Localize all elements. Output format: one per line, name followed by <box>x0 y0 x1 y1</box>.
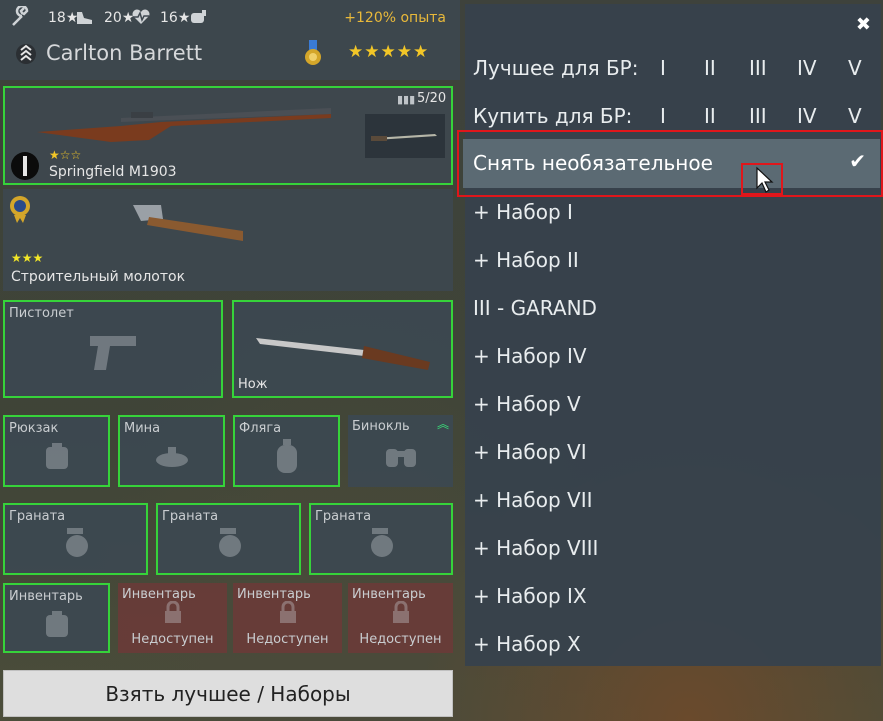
take-best-kits-button[interactable]: Взять лучшее / Наборы <box>3 670 453 717</box>
mine-slot[interactable]: Мина <box>118 415 225 487</box>
inventory-slot-2-locked: Инвентарь Недоступен <box>118 583 227 653</box>
unavailable-text: Недоступен <box>359 632 442 647</box>
kit-10[interactable]: + Набор X <box>473 632 581 656</box>
grenade-label: Граната <box>9 509 66 524</box>
unavailable-text: Недоступен <box>131 632 214 647</box>
pistol-label: Пистолет <box>9 306 74 321</box>
mine-icon <box>154 444 190 472</box>
buy-tier-5[interactable]: V <box>848 104 862 128</box>
soldier-header: 18★ 20★ 16★ +120% опыта Carlton Barrett … <box>0 0 460 80</box>
kit-2[interactable]: + Набор II <box>473 248 579 272</box>
grenade-slot-3[interactable]: Граната <box>309 503 453 575</box>
kit-8[interactable]: + Набор VIII <box>473 536 598 560</box>
mine-label: Мина <box>124 421 161 436</box>
soldier-rating-stars: ★★★★★ <box>348 42 430 62</box>
ammo-count: 5/20 <box>417 91 447 106</box>
binoculars-icon <box>384 443 418 473</box>
grenade-icon <box>214 526 244 562</box>
inventory-label: Инвентарь <box>237 587 311 602</box>
binoculars-label: Бинокль <box>352 419 410 434</box>
flask-icon <box>274 438 300 477</box>
soldier-name: Carlton Barrett <box>46 41 203 65</box>
hammer-image <box>113 199 253 259</box>
upgrade-chevron-icon: ︽ <box>436 417 449 431</box>
fist-icon <box>188 8 208 30</box>
inventory-label: Инвентарь <box>122 587 196 602</box>
backpack-slot[interactable]: Рюкзак <box>3 415 110 487</box>
grenade-icon <box>366 526 396 562</box>
kit-9[interactable]: + Набор IX <box>473 584 587 608</box>
backpack-icon <box>42 441 72 475</box>
inventory-label: Инвентарь <box>9 589 83 604</box>
lock-icon <box>277 600 299 629</box>
backpack-label: Рюкзак <box>9 421 59 436</box>
backpack-icon <box>42 609 72 643</box>
buy-tier-3[interactable]: III <box>749 104 767 128</box>
inventory-slot-3-locked: Инвентарь Недоступен <box>233 583 342 653</box>
medal-icon <box>304 40 322 70</box>
highlight-outline <box>457 130 883 197</box>
buy-tier-2[interactable]: II <box>704 104 716 128</box>
grenade-label: Граната <box>162 509 219 524</box>
weapon-type-icon <box>11 152 39 184</box>
wrench-icon <box>10 4 32 32</box>
secondary-item-slot[interactable]: ★★★ Строительный молоток <box>3 189 453 291</box>
mouse-cursor-icon <box>755 166 775 198</box>
knife-label: Нож <box>238 377 268 392</box>
best-tier-1[interactable]: I <box>660 56 666 80</box>
pistol-slot[interactable]: Пистолет <box>3 300 223 398</box>
grenade-slot-2[interactable]: Граната <box>156 503 301 575</box>
buy-for-br-label: Купить для БР: <box>473 104 633 128</box>
bayonet-thumbnail[interactable] <box>365 114 445 158</box>
hammer-stars: ★★★ <box>11 251 44 265</box>
inventory-slot-4-locked: Инвентарь Недоступен <box>348 583 453 653</box>
best-tier-2[interactable]: II <box>704 56 716 80</box>
inventory-slot-1[interactable]: Инвентарь <box>3 583 110 653</box>
best-tier-4[interactable]: IV <box>797 56 817 80</box>
grenade-slot-1[interactable]: Граната <box>3 503 148 575</box>
unavailable-text: Недоступен <box>246 632 329 647</box>
ammo-icon: ▮▮▮ <box>397 93 416 106</box>
weapon-stars: ★☆☆ <box>49 148 82 162</box>
kit-3[interactable]: III - GARAND <box>473 296 597 320</box>
flask-label: Фляга <box>239 421 282 436</box>
xp-bonus: +120% опыта <box>344 10 446 26</box>
best-tier-5[interactable]: V <box>848 56 862 80</box>
buy-tier-1[interactable]: I <box>660 104 666 128</box>
flask-slot[interactable]: Фляга <box>233 415 340 487</box>
stat-health: 16★ <box>160 10 191 26</box>
hammer-name: Строительный молоток <box>11 269 186 285</box>
knife-slot[interactable]: Нож <box>232 300 453 398</box>
kit-4[interactable]: + Набор IV <box>473 344 587 368</box>
grenade-label: Граната <box>315 509 372 524</box>
badge-icon <box>9 195 31 227</box>
buy-tier-4[interactable]: IV <box>797 104 817 128</box>
weapon-name: Springfield M1903 <box>49 164 177 180</box>
grenade-icon <box>61 526 91 562</box>
pistol-icon <box>86 330 140 378</box>
primary-weapon-slot[interactable]: ▮▮▮ 5/20 ★☆☆ Springfield M1903 <box>3 86 453 185</box>
best-for-br-label: Лучшее для БР: <box>473 56 639 80</box>
kit-1[interactable]: + Набор I <box>473 200 573 224</box>
heartbeat-icon <box>130 8 152 30</box>
close-icon[interactable]: ✖ <box>856 14 871 35</box>
rank-icon <box>16 42 36 70</box>
binoculars-slot[interactable]: Бинокль ︽ <box>348 415 453 487</box>
loadout-panel: 18★ 20★ 16★ +120% опыта Carlton Barrett … <box>0 0 460 721</box>
best-tier-3[interactable]: III <box>749 56 767 80</box>
lock-icon <box>162 600 184 629</box>
lock-icon <box>390 600 412 629</box>
kit-6[interactable]: + Набор VI <box>473 440 587 464</box>
kit-7[interactable]: + Набор VII <box>473 488 593 512</box>
knife-image <box>254 328 434 376</box>
rifle-image <box>31 96 351 150</box>
boot-icon <box>74 8 94 30</box>
loadout-menu: ✖ Лучшее для БР: I II III IV V Купить дл… <box>465 4 881 666</box>
kit-5[interactable]: + Набор V <box>473 392 581 416</box>
